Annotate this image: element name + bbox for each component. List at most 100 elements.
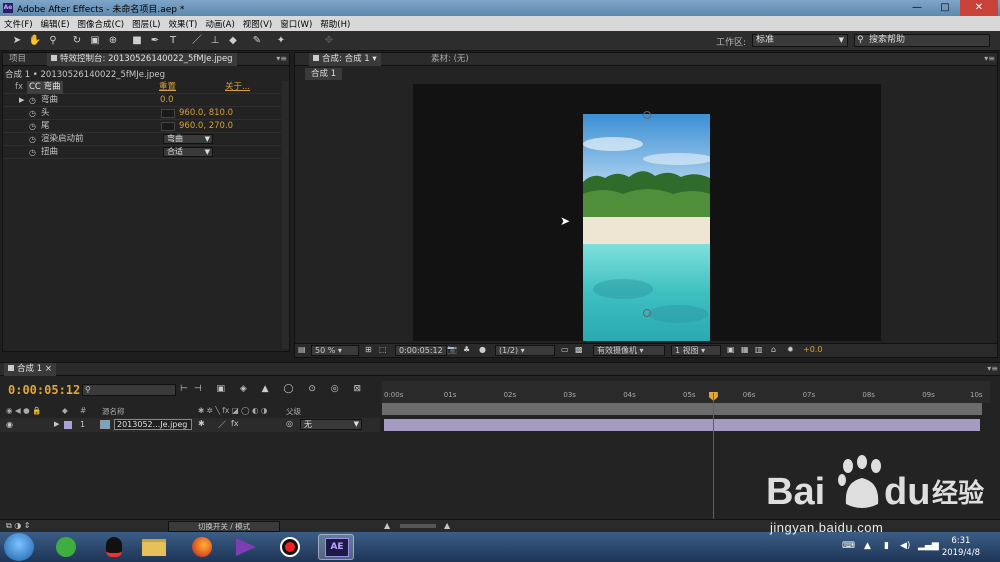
workspace-select[interactable]: 标准 ▼	[752, 34, 848, 47]
brush-tool-icon[interactable]: ／	[190, 34, 204, 48]
comp-view-tab[interactable]: 合成 1	[305, 68, 343, 80]
hand-tool-icon[interactable]: ✋	[28, 34, 42, 48]
label-color-swatch[interactable]	[64, 421, 72, 429]
close-button[interactable]: ✕	[960, 0, 998, 16]
grid-icon[interactable]: ⊞	[365, 345, 372, 356]
exposure-value[interactable]: +0.0	[803, 345, 822, 356]
show-hidden-icons-icon[interactable]: ▲	[864, 541, 871, 551]
roto-brush-tool-icon[interactable]: ✎	[250, 34, 264, 48]
stopwatch-icon[interactable]: ◷	[29, 146, 36, 159]
comp-flowchart-icon[interactable]: ⌂	[771, 345, 776, 356]
stopwatch-icon[interactable]: ◷	[29, 120, 36, 133]
camera-tool-icon[interactable]: ▣	[88, 34, 102, 48]
tail-value[interactable]: 960.0, 270.0	[179, 120, 233, 133]
zoom-in-icon[interactable]: ▲	[444, 521, 450, 530]
shy-switch-icon[interactable]: ✱	[198, 419, 205, 428]
layer-name[interactable]: 2013052...Je.jpeg	[114, 419, 192, 430]
parent-select[interactable]: 无 ▼	[300, 419, 362, 430]
beach-image-layer[interactable]	[583, 114, 710, 341]
resolution-select[interactable]: (1/2) ▾	[495, 345, 555, 356]
timeline-icon[interactable]: ▥	[755, 345, 763, 356]
menu-edit[interactable]: 编辑(E)	[41, 18, 70, 30]
menu-help[interactable]: 帮助(H)	[320, 18, 350, 30]
rectangle-tool-icon[interactable]: ■	[130, 34, 144, 48]
pen-tool-icon[interactable]: ✒	[148, 34, 162, 48]
fast-previews-icon[interactable]: ▦	[741, 345, 749, 356]
exposure-icon[interactable]: ✹	[787, 345, 794, 356]
render-prestart-select[interactable]: 弯曲 ▼	[163, 134, 213, 144]
current-time-display[interactable]: 0:00:05:12	[395, 345, 447, 356]
effect-controls-scrollbar[interactable]	[282, 81, 289, 349]
axis-mode-icon[interactable]: ✥	[322, 34, 336, 48]
toggle-pixel-aspect-icon[interactable]: ▣	[727, 345, 735, 356]
keyboard-tray-icon[interactable]: ⌨	[842, 541, 855, 551]
zoom-out-icon[interactable]: ▲	[384, 521, 390, 530]
stopwatch-icon[interactable]: ◷	[29, 94, 36, 107]
toggle-switches-modes-button[interactable]: 切换开关 / 模式	[168, 521, 280, 532]
network-tray-icon[interactable]: ▂▄▆	[918, 541, 939, 551]
taskbar-app-firefox-icon[interactable]	[184, 534, 220, 560]
tab-project[interactable]: 项目	[5, 53, 30, 66]
time-ruler[interactable]: 0:00s 01s 02s 03s 04s 05s 06s 07s 08s 09s 10s	[382, 381, 990, 403]
chevron-right-icon[interactable]: ▶	[54, 420, 59, 428]
timeline-switch-icons[interactable]: ⊢⊣ ▣ ◈ ▲ ◯ ⊙ ◎ ⊠	[180, 384, 367, 394]
tab-timeline-comp[interactable]: 合成 1 ×	[4, 363, 56, 376]
always-preview-icon[interactable]: ▤	[298, 345, 306, 356]
stopwatch-icon[interactable]: ◷	[29, 107, 36, 120]
clone-stamp-tool-icon[interactable]: ⊥	[208, 34, 222, 48]
taskbar-app-browser-icon[interactable]	[48, 534, 84, 560]
timeline-current-time[interactable]: 0:00:05:12	[8, 383, 80, 397]
timeline-search-input[interactable]: ⚲	[82, 384, 176, 396]
menu-layer[interactable]: 图层(L)	[132, 18, 160, 30]
bend-value[interactable]: 0.0	[160, 94, 174, 107]
panel-menu-icon[interactable]: ▾≡	[984, 54, 995, 63]
reset-link[interactable]: 重置	[159, 81, 176, 94]
channel-icon[interactable]: ●	[479, 345, 486, 356]
battery-tray-icon[interactable]: ▮	[884, 541, 889, 551]
menu-file[interactable]: 文件(F)	[4, 18, 33, 30]
table-row[interactable]: ◉ ▶ 1 2013052...Je.jpeg ✱ ／ fx ◎ 无 ▼	[0, 418, 380, 432]
menu-effect[interactable]: 效果(T)	[169, 18, 198, 30]
menu-animation[interactable]: 动画(A)	[205, 18, 234, 30]
head-value[interactable]: 960.0, 810.0	[179, 107, 233, 120]
tail-point-handle[interactable]	[643, 111, 651, 119]
about-link[interactable]: 关于...	[225, 81, 250, 94]
mask-visibility-icon[interactable]: ⬚	[379, 345, 387, 356]
start-button[interactable]	[4, 533, 34, 561]
pick-whip-icon[interactable]: ◎	[286, 419, 293, 428]
views-select[interactable]: 1 视图 ▾	[671, 345, 721, 356]
maximize-button[interactable]: □	[932, 0, 958, 16]
fx-switch-icon[interactable]: fx	[231, 419, 239, 428]
rotate-tool-icon[interactable]: ↻	[70, 34, 84, 48]
zoom-select[interactable]: 50 % ▾	[311, 345, 359, 356]
taskbar-app-after-effects[interactable]: AE	[318, 534, 354, 560]
quality-switch-icon[interactable]: ／	[218, 419, 226, 430]
transparency-grid-icon[interactable]: ▩	[575, 345, 583, 356]
tab-footage[interactable]: 素材: (无)	[427, 53, 473, 66]
menu-view[interactable]: 视图(V)	[243, 18, 272, 30]
tab-composition[interactable]: 合成: 合成 1 ▾	[309, 53, 381, 66]
text-tool-icon[interactable]: T	[166, 34, 180, 48]
menu-window[interactable]: 窗口(W)	[280, 18, 312, 30]
eye-icon[interactable]: ◉	[6, 420, 13, 429]
region-of-interest-icon[interactable]: ▭	[561, 345, 569, 356]
pan-behind-tool-icon[interactable]: ⊕	[106, 34, 120, 48]
taskbar-app-explorer-icon[interactable]	[136, 534, 172, 560]
layer-duration-bar[interactable]	[384, 419, 980, 431]
stopwatch-icon[interactable]: ◷	[29, 133, 36, 146]
minimize-button[interactable]: —	[904, 0, 930, 16]
taskbar-app-qq-icon[interactable]	[96, 534, 132, 560]
panel-menu-icon[interactable]: ▾≡	[276, 54, 287, 63]
search-help-input[interactable]: ⚲ 搜索帮助	[854, 34, 990, 47]
zoom-tool-icon[interactable]: ⚲	[46, 34, 60, 48]
puppet-pin-tool-icon[interactable]: ✦	[274, 34, 288, 48]
taskbar-app-recorder-icon[interactable]	[272, 534, 308, 560]
snapshot-icon[interactable]: 📷	[447, 345, 457, 356]
work-area-bar[interactable]	[382, 403, 982, 415]
fx-icon[interactable]: fx	[15, 81, 23, 94]
effect-name[interactable]: CC 弯曲	[27, 81, 63, 94]
taskbar-app-media-icon[interactable]	[228, 534, 264, 560]
point-control-crosshair-icon[interactable]	[161, 122, 175, 131]
chevron-right-icon[interactable]: ▶	[19, 94, 24, 107]
point-control-crosshair-icon[interactable]	[161, 109, 175, 118]
